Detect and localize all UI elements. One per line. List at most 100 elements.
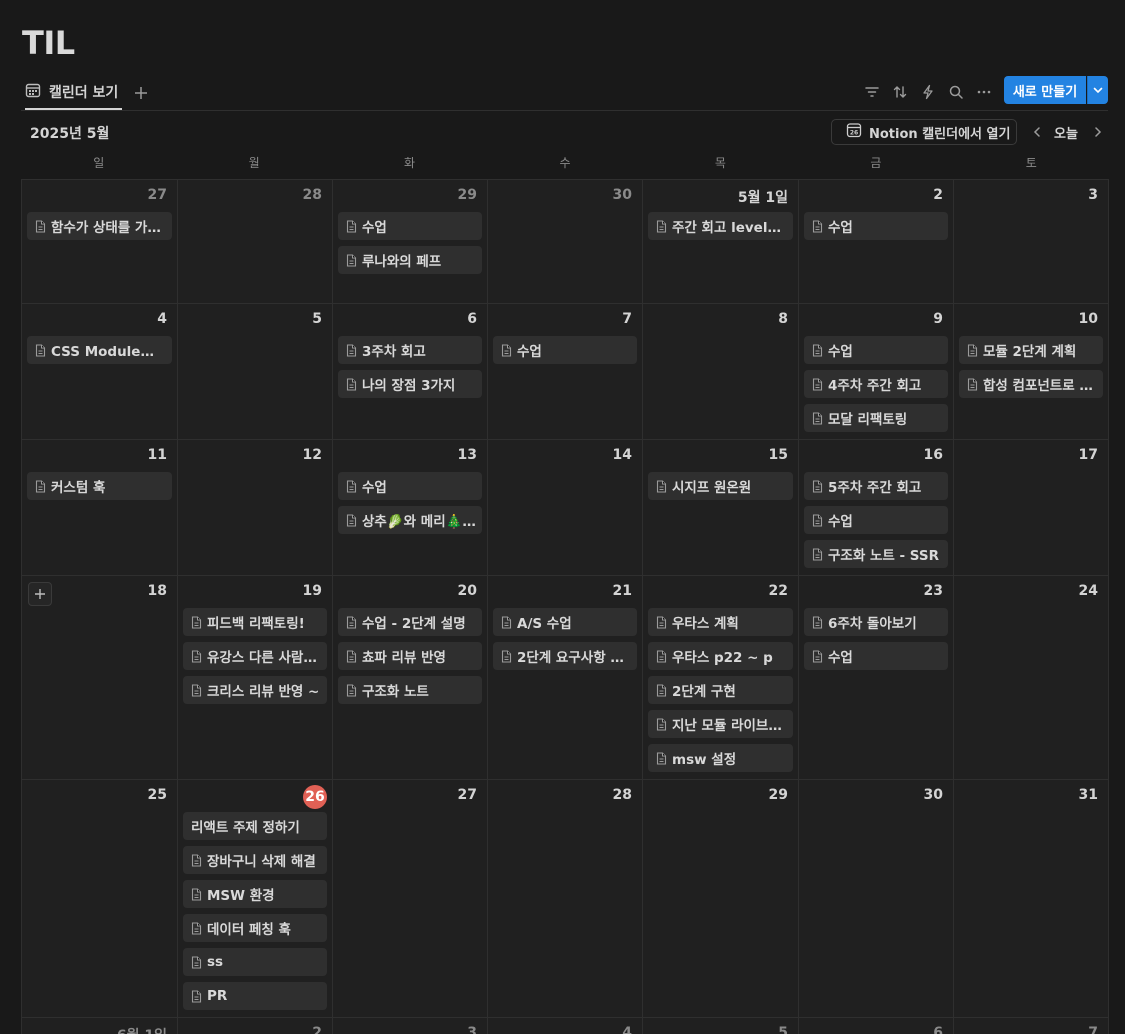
calendar-event-card[interactable]: 쵸파 리뷰 반영	[338, 642, 482, 670]
calendar-day-cell[interactable]: 19 피드백 리팩토링! 유강스 다른 사람 코드 크리스 리뷰 반영 ~	[177, 576, 332, 779]
calendar-event-card[interactable]: 모달 리팩토링	[804, 404, 948, 432]
calendar-event-card[interactable]: 수업	[338, 472, 482, 500]
today-button[interactable]: 오늘	[1054, 123, 1078, 142]
calendar-day-cell[interactable]: 26 리액트 주제 정하기 장바구니 삭제 해결 MSW 환경 데이터 페칭 훅 ss PR	[177, 780, 332, 1017]
calendar-day-cell[interactable]: 28	[177, 180, 332, 303]
calendar-day-cell[interactable]: 17	[953, 440, 1109, 575]
calendar-day-cell[interactable]: 16 5주차 주간 회고 수업 구조화 노트 - SSR	[798, 440, 953, 575]
calendar-day-cell[interactable]: 25	[21, 780, 177, 1017]
calendar-event-card[interactable]: 5주차 주간 회고	[804, 472, 948, 500]
calendar-day-cell[interactable]: 2	[177, 1018, 332, 1034]
calendar-day-cell[interactable]: 6월 1일	[21, 1018, 177, 1034]
calendar-day-cell[interactable]: 8	[642, 304, 798, 439]
more-button[interactable]	[974, 82, 994, 102]
calendar-event-card[interactable]: 수업	[338, 212, 482, 240]
calendar-event-card[interactable]: A/S 수업	[493, 608, 637, 636]
calendar-day-cell[interactable]: 15 시지프 원온원	[642, 440, 798, 575]
new-dropdown-button[interactable]	[1087, 76, 1108, 104]
calendar-event-card[interactable]: 4주차 주간 회고	[804, 370, 948, 398]
calendar-event-card[interactable]: CSS Module을 사용한 이유	[27, 336, 172, 364]
calendar-day-cell[interactable]: 7	[953, 1018, 1109, 1034]
add-view-button[interactable]	[131, 83, 151, 103]
calendar-day-cell[interactable]: 10 모듈 2단계 계획합성 컴포넌트로 만들기	[953, 304, 1109, 439]
calendar-event-card[interactable]: 피드백 리팩토링!	[183, 608, 327, 636]
calendar-day-cell[interactable]: 6 3주차 회고 나의 장점 3가지	[332, 304, 487, 439]
calendar-event-card[interactable]: 모듈 2단계 계획	[959, 336, 1103, 364]
calendar-day-cell[interactable]: 28	[487, 780, 642, 1017]
calendar-event-card[interactable]: 2단계 구현	[648, 676, 793, 704]
calendar-event-card[interactable]: 수업	[804, 506, 948, 534]
calendar-day-cell[interactable]: 18	[21, 576, 177, 779]
calendar-day-cell[interactable]: 24	[953, 576, 1109, 779]
calendar-day-cell[interactable]: 27 함수가 상태를 가지는 것	[21, 180, 177, 303]
next-month-button[interactable]	[1089, 123, 1107, 141]
calendar-day-cell[interactable]: 31	[953, 780, 1109, 1017]
calendar-day-cell[interactable]: 29 수업 루나와의 페프	[332, 180, 487, 303]
calendar-event-card[interactable]: 수업	[804, 212, 948, 240]
calendar-event-card[interactable]: 장바구니 삭제 해결	[183, 846, 327, 874]
calendar-event-card[interactable]: 나의 장점 3가지	[338, 370, 482, 398]
calendar-day-cell[interactable]: 20 수업 - 2단계 설명 쵸파 리뷰 반영 구조화 노트	[332, 576, 487, 779]
calendar-event-card[interactable]: 우타스 p22 ~ p	[648, 642, 793, 670]
filter-button[interactable]	[862, 82, 882, 102]
calendar-event-card[interactable]: 우타스 계획	[648, 608, 793, 636]
calendar-day-cell[interactable]: 12	[177, 440, 332, 575]
calendar-day-cell[interactable]: 4 CSS Module을 사용한 이유	[21, 304, 177, 439]
calendar-day-cell[interactable]: 14	[487, 440, 642, 575]
calendar-day-cell[interactable]: 5월 1일주간 회고 level2 시작	[642, 180, 798, 303]
calendar-day-cell[interactable]: 5	[642, 1018, 798, 1034]
calendar-day-cell[interactable]: 11 커스텀 훅	[21, 440, 177, 575]
calendar-event-card[interactable]: 구조화 노트 - SSR	[804, 540, 948, 568]
calendar-event-card[interactable]: 2단계 요구사항 정리	[493, 642, 637, 670]
calendar-event-card[interactable]: 구조화 노트	[338, 676, 482, 704]
new-button[interactable]: 새로 만들기	[1004, 76, 1086, 104]
calendar-day-cell[interactable]: 2 수업	[798, 180, 953, 303]
calendar-event-card[interactable]: 함수가 상태를 가지는 것	[27, 212, 172, 240]
calendar-event-card[interactable]: 시지프 원온원	[648, 472, 793, 500]
calendar-day-cell[interactable]: 22 우타스 계획 우타스 p22 ~ p 2단계 구현 지난 모듈 라이브러리 msw …	[642, 576, 798, 779]
calendar-day-cell[interactable]: 30	[798, 780, 953, 1017]
calendar-day-cell[interactable]: 23 6주차 돌아보기 수업	[798, 576, 953, 779]
calendar-day-cell[interactable]: 6	[798, 1018, 953, 1034]
calendar-event-card[interactable]: 커스텀 훅	[27, 472, 172, 500]
calendar-event-card[interactable]: 상추🥬와 메리🎄 페어	[338, 506, 482, 534]
calendar-day-cell[interactable]: 27	[332, 780, 487, 1017]
calendar-day-cell[interactable]: 29	[642, 780, 798, 1017]
calendar-event-card[interactable]: 6주차 돌아보기	[804, 608, 948, 636]
calendar-event-card[interactable]: 수업	[493, 336, 637, 364]
calendar-event-card[interactable]: 유강스 다른 사람 코드	[183, 642, 327, 670]
calendar-event-card[interactable]: 지난 모듈 라이브러리	[648, 710, 793, 738]
automation-button[interactable]	[918, 82, 938, 102]
calendar-event-card[interactable]: 수업	[804, 642, 948, 670]
calendar-event-card[interactable]: MSW 환경	[183, 880, 327, 908]
prev-month-button[interactable]	[1028, 123, 1046, 141]
calendar-event-card[interactable]: 합성 컴포넌트로 만들기	[959, 370, 1103, 398]
calendar-day-cell[interactable]: 4	[487, 1018, 642, 1034]
tab-calendar-view[interactable]: 캘린더 보기	[25, 76, 123, 110]
event-title: 지난 모듈 라이브러리	[672, 718, 787, 734]
open-in-notion-calendar-button[interactable]: 26 Notion 캘린더에서 열기	[831, 119, 1017, 145]
calendar-event-card[interactable]: 주간 회고 level2 시작	[648, 212, 793, 240]
calendar-event-card[interactable]: 3주차 회고	[338, 336, 482, 364]
calendar-event-card[interactable]: 수업 - 2단계 설명	[338, 608, 482, 636]
calendar-event-card[interactable]: 리액트 주제 정하기	[183, 812, 327, 840]
calendar-day-cell[interactable]: 9 수업 4주차 주간 회고 모달 리팩토링	[798, 304, 953, 439]
calendar-day-cell[interactable]: 7 수업	[487, 304, 642, 439]
calendar-day-cell[interactable]: 13 수업상추🥬와 메리🎄 페어	[332, 440, 487, 575]
calendar-event-card[interactable]: 크리스 리뷰 반영 ~	[183, 676, 327, 704]
calendar-event-card[interactable]: 데이터 페칭 훅	[183, 914, 327, 942]
calendar-day-cell[interactable]: 21 A/S 수업 2단계 요구사항 정리	[487, 576, 642, 779]
document-icon	[812, 547, 823, 561]
add-event-button[interactable]	[28, 582, 52, 606]
calendar-event-card[interactable]: msw 설정	[648, 744, 793, 772]
calendar-event-card[interactable]: PR	[183, 982, 327, 1010]
calendar-day-cell[interactable]: 30	[487, 180, 642, 303]
calendar-event-card[interactable]: 루나와의 페프	[338, 246, 482, 274]
calendar-event-card[interactable]: ss	[183, 948, 327, 976]
search-button[interactable]	[946, 82, 966, 102]
calendar-event-card[interactable]: 수업	[804, 336, 948, 364]
calendar-day-cell[interactable]: 5	[177, 304, 332, 439]
calendar-day-cell[interactable]: 3	[953, 180, 1109, 303]
calendar-day-cell[interactable]: 3	[332, 1018, 487, 1034]
sort-button[interactable]	[890, 82, 910, 102]
